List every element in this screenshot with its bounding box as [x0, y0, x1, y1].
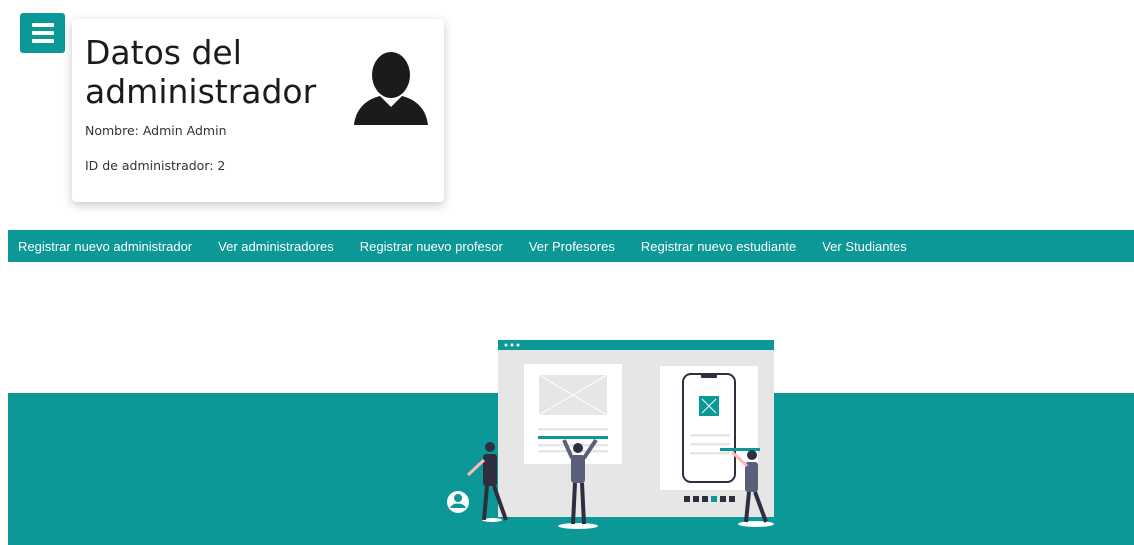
card-text-line — [538, 428, 608, 431]
pager-dot — [720, 496, 726, 502]
person-head — [573, 443, 583, 453]
main-navbar: Registrar nuevo administrador Ver admini… — [8, 230, 1134, 262]
ground-shadow — [738, 521, 774, 527]
menu-bar — [31, 23, 54, 27]
nav-register-student[interactable]: Registrar nuevo estudiante — [641, 239, 796, 254]
menu-bar — [31, 39, 54, 43]
phone-text-line — [690, 443, 730, 446]
window-dot — [504, 343, 508, 347]
page: Datos del administrador Nombre: Admin Ad… — [0, 0, 1134, 545]
nav-view-admins[interactable]: Ver administradores — [218, 239, 334, 254]
admin-info-card: Datos del administrador Nombre: Admin Ad… — [72, 19, 444, 202]
browser-titlebar — [498, 340, 774, 350]
card-text-line — [538, 444, 608, 447]
window-dot — [510, 343, 514, 347]
pager-dot — [693, 496, 699, 502]
hero-illustration — [447, 340, 774, 529]
user-silhouette-icon — [354, 52, 428, 125]
pager-dot — [684, 496, 690, 502]
nav-view-students[interactable]: Ver Studiantes — [822, 239, 907, 254]
window-dot — [516, 343, 520, 347]
pager-dot — [711, 496, 717, 502]
menu-bar — [31, 31, 54, 35]
nav-register-teacher[interactable]: Registrar nuevo profesor — [360, 239, 503, 254]
user-circle-head — [454, 494, 462, 502]
person-body — [483, 454, 497, 486]
phone-notch — [701, 374, 717, 378]
person-head — [485, 442, 495, 452]
admin-card-title: Datos del administrador — [85, 33, 317, 111]
person-leg — [482, 485, 489, 521]
admin-id: ID de administrador: 2 — [85, 158, 226, 173]
person-leg — [571, 482, 577, 525]
person-arm — [466, 458, 486, 477]
person-body — [745, 462, 758, 492]
phone-text-line — [690, 452, 730, 455]
pager-dot — [729, 496, 735, 502]
pager-dot — [702, 496, 708, 502]
nav-view-teachers[interactable]: Ver Profesores — [529, 239, 615, 254]
admin-name: Nombre: Admin Admin — [85, 123, 227, 138]
ground-shadow — [558, 523, 598, 529]
phone-text-line — [690, 434, 730, 437]
person-body — [571, 455, 585, 483]
nav-register-admin[interactable]: Registrar nuevo administrador — [18, 239, 192, 254]
card-accent-bar — [538, 436, 608, 439]
phone-icon — [682, 373, 736, 483]
card-text-line — [538, 450, 608, 453]
hamburger-menu-button[interactable] — [20, 13, 65, 53]
person-head — [747, 450, 757, 460]
person-leg — [580, 482, 586, 525]
